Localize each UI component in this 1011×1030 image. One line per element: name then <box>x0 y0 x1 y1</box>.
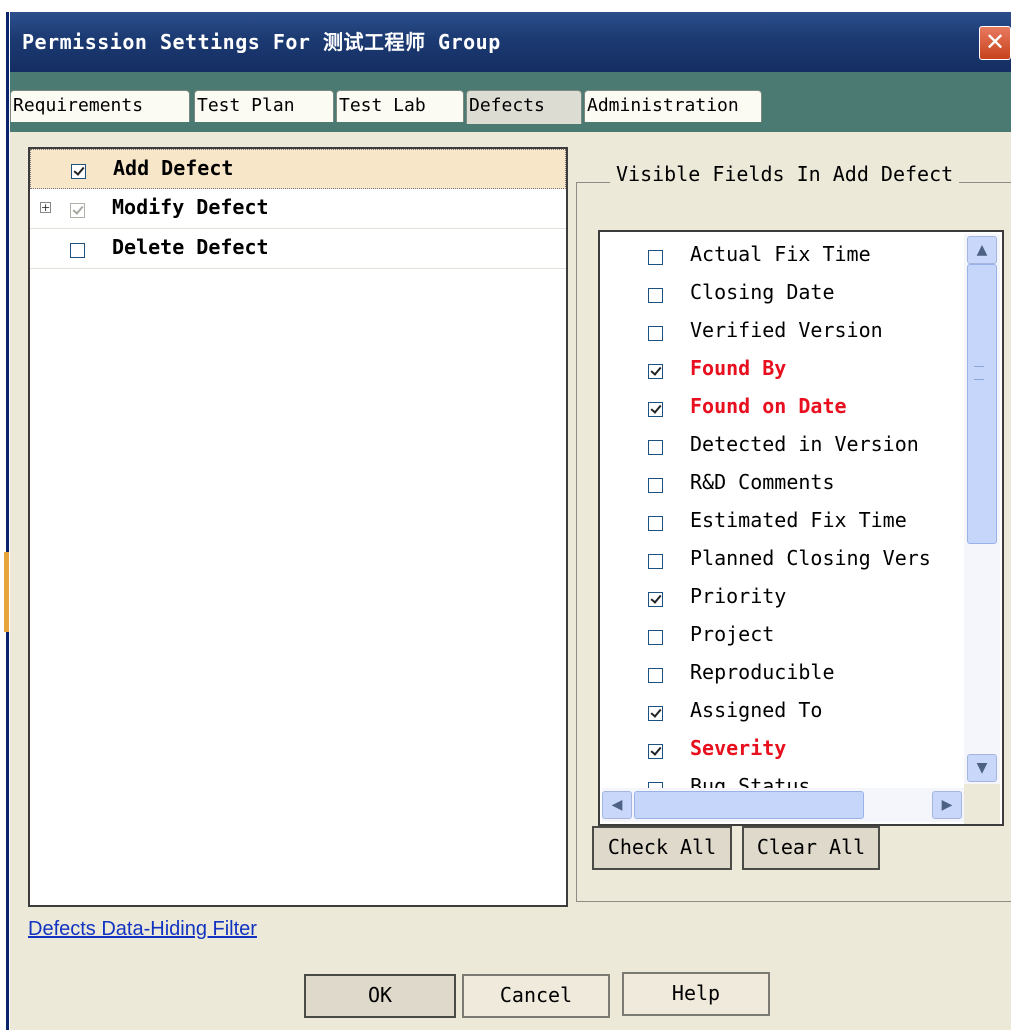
field-item[interactable]: Assigned To <box>600 690 970 728</box>
field-item[interactable]: Estimated Fix Time <box>600 500 970 538</box>
field-checkbox[interactable] <box>648 288 663 303</box>
ok-button[interactable]: OK <box>304 974 456 1018</box>
cancel-button[interactable]: Cancel <box>462 974 610 1018</box>
field-item[interactable]: R&D Comments <box>600 462 970 500</box>
permission-label: Add Defect <box>113 156 234 180</box>
field-item[interactable]: Reproducible <box>600 652 970 690</box>
field-item[interactable]: Closing Date <box>600 272 970 310</box>
delete-defect-checkbox[interactable] <box>70 243 85 258</box>
field-checkbox[interactable] <box>648 592 663 607</box>
permission-row-modify-defect[interactable]: + Modify Defect <box>30 189 566 229</box>
module-tabs: Requirements Test Plan Test Lab Defects … <box>10 72 1011 192</box>
tab-defects[interactable]: Defects <box>466 90 582 124</box>
left-edge-marker <box>4 552 9 632</box>
field-item[interactable]: Detected in Version <box>600 424 970 462</box>
close-icon: ✕ <box>984 28 1006 56</box>
visible-fields-list[interactable]: Actual Fix Time Closing Date Verified Ve… <box>598 230 1004 826</box>
field-checkbox[interactable] <box>648 402 663 417</box>
scroll-up-icon[interactable]: ▲ <box>967 236 997 264</box>
permissions-tree[interactable]: Add Defect + Modify Defect Delete Defect <box>28 147 568 907</box>
field-item[interactable]: Found By <box>600 348 970 386</box>
data-hiding-filter-link[interactable]: Defects Data-Hiding Filter <box>28 918 257 941</box>
field-checkbox[interactable] <box>648 440 663 455</box>
add-defect-checkbox[interactable] <box>71 164 86 179</box>
horizontal-scroll-thumb[interactable] <box>634 791 864 819</box>
horizontal-scrollbar[interactable]: ◀ ▶ <box>602 788 964 822</box>
scroll-left-icon[interactable]: ◀ <box>602 791 632 819</box>
help-button[interactable]: Help <box>622 972 770 1016</box>
field-label: Planned Closing Vers <box>690 546 931 570</box>
permission-label: Delete Defect <box>112 235 269 259</box>
title-bar: Permission Settings For 测试工程师 Group ✕ <box>10 12 1011 72</box>
field-checkbox[interactable] <box>648 744 663 759</box>
field-checkbox[interactable] <box>648 554 663 569</box>
field-label: Assigned To <box>690 698 823 722</box>
expand-icon[interactable]: + <box>40 202 51 213</box>
scrollbar-corner <box>964 784 1000 824</box>
vertical-scrollbar[interactable]: ▲ ▼ <box>964 234 1000 784</box>
scroll-down-icon[interactable]: ▼ <box>967 754 997 782</box>
field-label: Reproducible <box>690 660 835 684</box>
vertical-scroll-thumb[interactable] <box>967 264 997 544</box>
field-label: Closing Date <box>690 280 835 304</box>
field-checkbox[interactable] <box>648 706 663 721</box>
field-label: R&D Comments <box>690 470 835 494</box>
field-item[interactable]: Planned Closing Vers <box>600 538 970 576</box>
left-edge-line <box>6 12 9 1030</box>
field-label: Found By <box>690 356 787 380</box>
tab-test-plan[interactable]: Test Plan <box>194 90 334 122</box>
field-checkbox[interactable] <box>648 516 663 531</box>
field-checkbox[interactable] <box>648 630 663 645</box>
field-label: Found on Date <box>690 394 847 418</box>
scroll-grip <box>974 366 984 380</box>
field-checkbox[interactable] <box>648 250 663 265</box>
field-checkbox[interactable] <box>648 478 663 493</box>
field-label: Estimated Fix Time <box>690 508 907 532</box>
field-checkbox[interactable] <box>648 364 663 379</box>
tab-administration-label: Administration <box>587 95 739 116</box>
window-left-edge <box>0 12 10 1030</box>
field-item[interactable]: Found on Date <box>600 386 970 424</box>
field-label: Actual Fix Time <box>690 242 871 266</box>
field-checkbox[interactable] <box>648 326 663 341</box>
field-label: Verified Version <box>690 318 883 342</box>
field-label: Detected in Version <box>690 432 919 456</box>
permission-row-delete-defect[interactable]: Delete Defect <box>30 229 566 269</box>
field-label: Project <box>690 622 775 646</box>
visible-fields-title: Visible Fields In Add Defect <box>610 162 960 186</box>
field-item[interactable]: Verified Version <box>600 310 970 348</box>
field-item[interactable]: Actual Fix Time <box>600 234 970 272</box>
clear-all-button[interactable]: Clear All <box>742 826 880 870</box>
modify-defect-checkbox[interactable] <box>70 203 85 218</box>
field-label: Priority <box>690 584 787 608</box>
field-checkbox[interactable] <box>648 668 663 683</box>
window-title: Permission Settings For 测试工程师 Group <box>22 30 501 54</box>
field-item[interactable]: Severity <box>600 728 970 766</box>
field-item[interactable]: Project <box>600 614 970 652</box>
tab-administration[interactable]: Administration <box>584 90 762 122</box>
close-button[interactable]: ✕ <box>979 26 1011 60</box>
field-label: Severity <box>690 736 787 760</box>
check-all-button[interactable]: Check All <box>592 826 732 870</box>
scroll-right-icon[interactable]: ▶ <box>932 791 962 819</box>
permission-row-add-defect[interactable]: Add Defect <box>30 149 566 189</box>
tab-test-lab[interactable]: Test Lab <box>336 90 464 122</box>
permission-settings-dialog: Permission Settings For 测试工程师 Group ✕ Re… <box>10 12 1011 1030</box>
field-item[interactable]: Priority <box>600 576 970 614</box>
permission-label: Modify Defect <box>112 195 269 219</box>
tab-requirements[interactable]: Requirements <box>10 90 190 122</box>
